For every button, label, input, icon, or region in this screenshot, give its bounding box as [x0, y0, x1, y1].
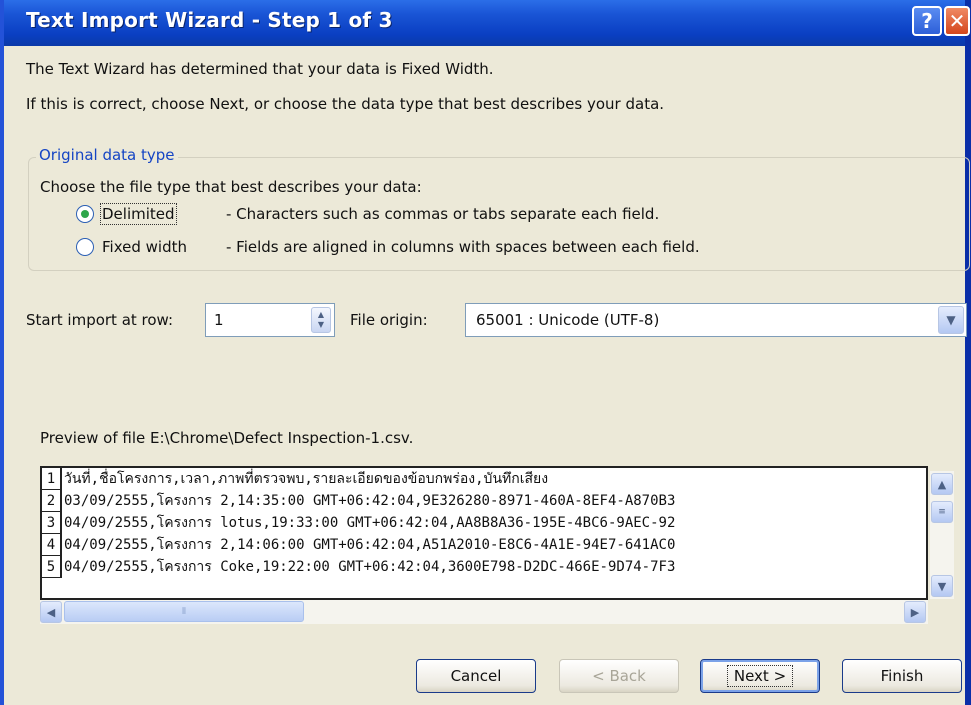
finish-button[interactable]: Finish — [842, 659, 962, 693]
preview-row: 4 04/09/2555,โครงการ 2,14:06:00 GMT+06:4… — [42, 534, 926, 556]
cancel-button[interactable]: Cancel — [416, 659, 536, 693]
file-type-prompt: Choose the file type that best describes… — [40, 178, 422, 196]
window-title: Text Import Wizard - Step 1 of 3 — [26, 8, 393, 32]
help-icon: ? — [921, 9, 933, 33]
text-import-wizard-dialog: Text Import Wizard - Step 1 of 3 ? ✕ The… — [0, 0, 971, 705]
close-button[interactable]: ✕ — [944, 6, 970, 36]
radio-button-unselected[interactable] — [76, 238, 94, 256]
scroll-right-icon[interactable]: ▶ — [904, 601, 926, 623]
file-preview: 1 วันที่,ชื่อโครงการ,เวลา,ภาพที่ตรวจพบ,ร… — [40, 466, 928, 600]
radio-fixed-width-description: - Fields are aligned in columns with spa… — [226, 238, 700, 256]
row-text: 03/09/2555,โครงการ 2,14:35:00 GMT+06:42:… — [64, 493, 676, 509]
preview-row: 2 03/09/2555,โครงการ 2,14:35:00 GMT+06:4… — [42, 490, 926, 512]
preview-vertical-scrollbar[interactable]: ▲ ≡ ▼ — [930, 471, 954, 599]
back-button[interactable]: < Back — [559, 659, 679, 693]
start-row-spinner[interactable]: 1 ▲ ▼ — [205, 303, 335, 337]
radio-delimited-label: Delimited — [100, 203, 177, 225]
row-text: 04/09/2555,โครงการ 2,14:06:00 GMT+06:42:… — [64, 537, 676, 553]
help-button[interactable]: ? — [912, 6, 942, 36]
intro-line-1: The Text Wizard has determined that your… — [26, 60, 494, 78]
title-bar[interactable]: Text Import Wizard - Step 1 of 3 ? ✕ — [4, 0, 970, 46]
preview-row: 3 04/09/2555,โครงการ lotus,19:33:00 GMT+… — [42, 512, 926, 534]
radio-button-selected[interactable] — [76, 205, 94, 223]
chevron-down-icon[interactable]: ▼ — [938, 306, 964, 334]
spinner-arrows-icon[interactable]: ▲ ▼ — [311, 307, 331, 333]
row-text: วันที่,ชื่อโครงการ,เวลา,ภาพที่ตรวจพบ,ราย… — [64, 471, 549, 487]
radio-dot-icon — [81, 210, 89, 218]
row-number: 5 — [42, 556, 62, 578]
scroll-left-icon[interactable]: ◀ — [40, 601, 62, 623]
finish-button-label: Finish — [880, 667, 924, 685]
preview-horizontal-scrollbar[interactable]: ◀ ⦀ ▶ — [40, 600, 928, 624]
radio-delimited[interactable]: Delimited - Characters such as commas or… — [76, 203, 660, 225]
file-origin-value: 65001 : Unicode (UTF-8) — [476, 311, 660, 329]
preview-row: 5 04/09/2555,โครงการ Coke,19:22:00 GMT+0… — [42, 556, 926, 578]
intro-line-2: If this is correct, choose Next, or choo… — [26, 95, 665, 113]
file-origin-select[interactable]: 65001 : Unicode (UTF-8) ▼ — [465, 303, 967, 337]
row-text: 04/09/2555,โครงการ Coke,19:22:00 GMT+06:… — [64, 559, 676, 575]
row-text: 04/09/2555,โครงการ lotus,19:33:00 GMT+06… — [64, 515, 676, 531]
back-button-label: < Back — [592, 667, 646, 685]
original-data-type-legend: Original data type — [36, 146, 178, 164]
preview-label: Preview of file E:\Chrome\Defect Inspect… — [40, 429, 414, 447]
scroll-thumb[interactable]: ⦀ — [64, 601, 304, 622]
radio-fixed-width[interactable]: Fixed width - Fields are aligned in colu… — [76, 238, 700, 256]
cancel-button-label: Cancel — [450, 667, 502, 685]
file-origin-label: File origin: — [350, 311, 428, 329]
row-number: 4 — [42, 534, 62, 556]
scroll-down-icon[interactable]: ▼ — [931, 575, 953, 597]
row-number: 1 — [42, 468, 62, 490]
radio-fixed-width-label: Fixed width — [102, 238, 187, 256]
row-number: 2 — [42, 490, 62, 512]
preview-row: 1 วันที่,ชื่อโครงการ,เวลา,ภาพที่ตรวจพบ,ร… — [42, 468, 926, 490]
scroll-thumb[interactable]: ≡ — [931, 501, 953, 523]
scroll-up-icon[interactable]: ▲ — [931, 473, 953, 495]
row-number: 3 — [42, 512, 62, 534]
radio-delimited-description: - Characters such as commas or tabs sepa… — [226, 205, 660, 223]
next-button[interactable]: Next > — [700, 659, 820, 693]
start-row-label: Start import at row: — [26, 311, 174, 329]
start-row-value[interactable]: 1 — [214, 311, 224, 329]
close-icon: ✕ — [948, 9, 966, 33]
next-button-label: Next > — [726, 665, 794, 687]
